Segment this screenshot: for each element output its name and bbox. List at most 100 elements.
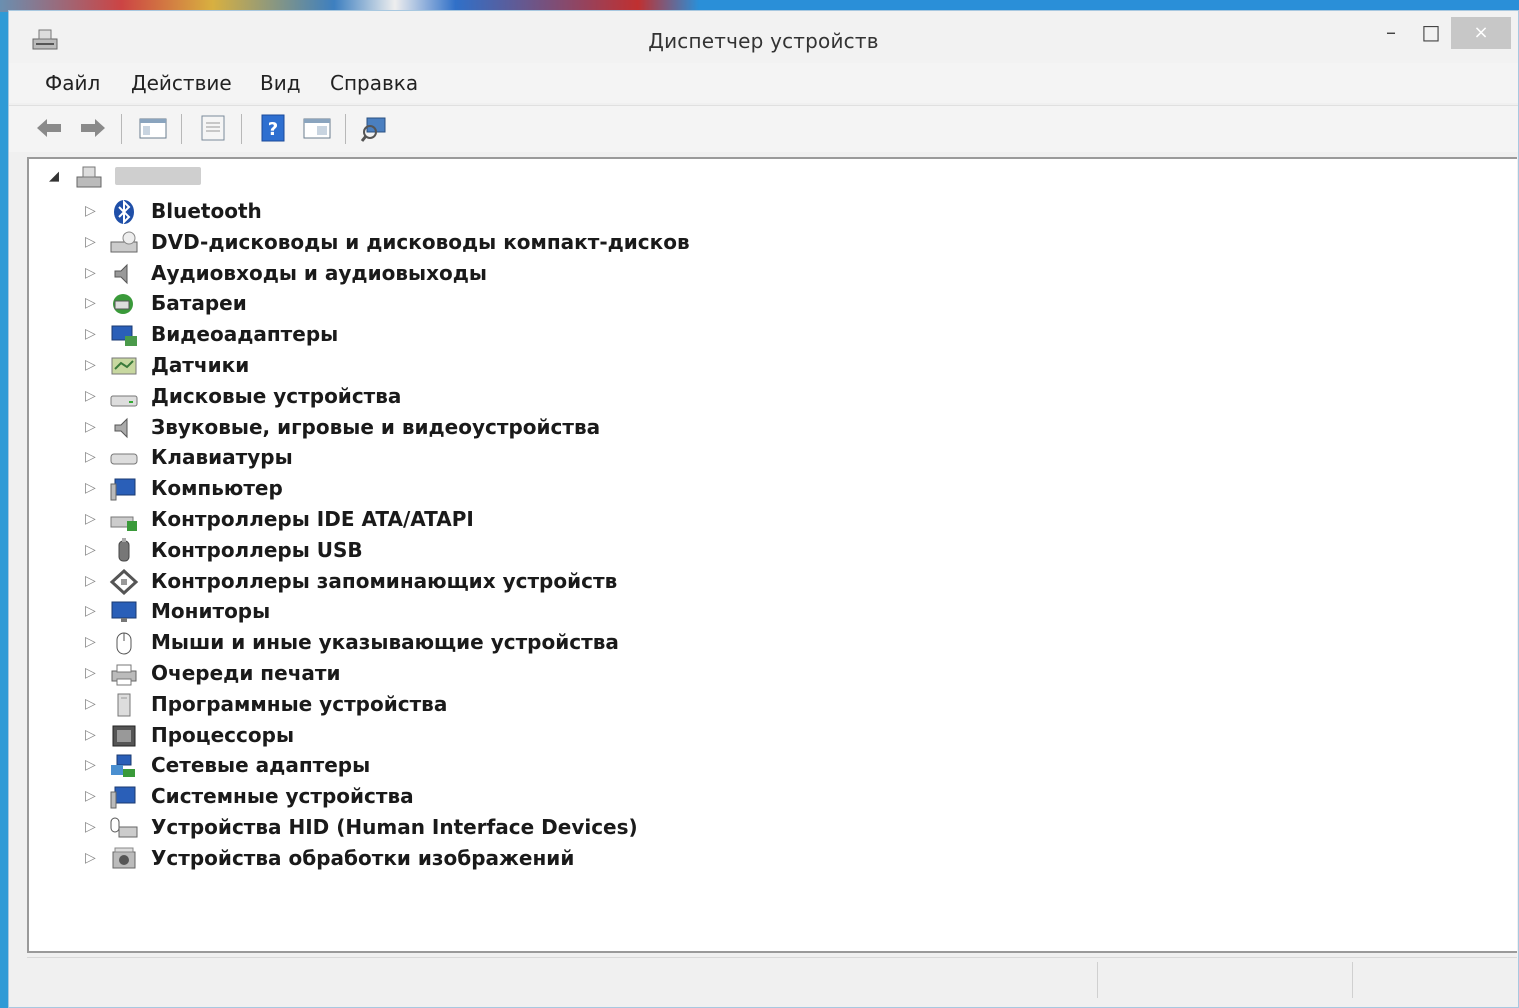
keyboard-icon [110, 453, 138, 465]
status-divider [1352, 962, 1353, 998]
tree-item[interactable]: ▷ Клавиатуры [29, 443, 1517, 473]
properties-icon[interactable] [197, 112, 229, 144]
tree-item[interactable]: ▷ Видеоадаптеры [29, 320, 1517, 350]
expand-arrow-icon[interactable]: ▷ [85, 573, 96, 589]
tree-item-label: Звуковые, игровые и видеоустройства [151, 414, 601, 439]
expand-arrow-icon[interactable]: ▷ [85, 295, 96, 311]
tree-item[interactable]: ▷ Процессоры [29, 721, 1517, 751]
computer-name-redacted [115, 167, 201, 185]
tree-item-label: Bluetooth [151, 199, 262, 223]
minimize-button[interactable]: – [1371, 17, 1411, 47]
expand-arrow-icon[interactable]: ▷ [85, 696, 96, 712]
expand-arrow-icon[interactable]: ▷ [85, 449, 96, 465]
dvd-drive-icon [110, 231, 138, 253]
tree-item-label: Устройства HID (Human Interface Devices) [151, 815, 638, 839]
usb-icon [118, 537, 130, 562]
maximize-button[interactable]: □ [1411, 17, 1451, 47]
expand-arrow-icon[interactable]: ▷ [85, 727, 96, 743]
tree-item[interactable]: ▷ Системные устройства [29, 782, 1517, 812]
expand-arrow-icon[interactable]: ▷ [85, 357, 96, 373]
tree-item[interactable]: ▷ Контроллеры IDE ATA/ATAPI [29, 505, 1517, 535]
expand-arrow-icon[interactable]: ▷ [85, 480, 96, 496]
tree-item[interactable]: ▷ DVD-дисководы и дисководы компакт-диско… [29, 228, 1517, 258]
tree-item[interactable]: ▷ Дисковые устройства [29, 382, 1517, 412]
tree-item[interactable]: ▷ Батареи [29, 289, 1517, 319]
expand-arrow-icon[interactable]: ▷ [85, 788, 96, 804]
tree-item-label: Системные устройства [151, 784, 414, 809]
menu-view[interactable]: Вид [260, 71, 301, 95]
tree-item[interactable]: ▷ Аудиовходы и аудиовыходы [29, 259, 1517, 289]
tree-item-label: Мыши и иные указывающие устройства [151, 630, 619, 655]
expand-arrow-icon[interactable]: ▷ [85, 819, 96, 835]
tree-item-label: Очереди печати [151, 661, 341, 685]
collapse-arrow-icon[interactable]: ◢ [49, 169, 59, 184]
expand-arrow-icon[interactable]: ▷ [85, 419, 96, 435]
printer-icon [111, 664, 137, 686]
tree-item[interactable]: ▷ Очереди печати [29, 659, 1517, 689]
tree-item[interactable]: ▷ Компьютер [29, 474, 1517, 504]
tree-item-label: Процессоры [151, 722, 295, 747]
menu-action[interactable]: Действие [131, 71, 232, 95]
expand-arrow-icon[interactable]: ▷ [85, 665, 96, 681]
help-icon[interactable]: ? [257, 112, 289, 144]
expand-arrow-icon[interactable]: ▷ [85, 326, 96, 342]
window-title: Диспетчер устройств [648, 29, 879, 53]
tree-item-label: Мониторы [151, 599, 271, 624]
tree-item-label: Клавиатуры [151, 445, 293, 470]
tree-item[interactable]: ▷ Мыши и иные указывающие устройства [29, 628, 1517, 658]
tree-item[interactable]: ▷ Контроллеры USB [29, 536, 1517, 566]
battery-icon [113, 294, 133, 315]
expand-arrow-icon[interactable]: ▷ [85, 234, 96, 250]
menu-help[interactable]: Справка [330, 71, 418, 95]
forward-arrow-icon[interactable] [77, 112, 109, 144]
title-bar[interactable]: Диспетчер устройств – □ × [9, 11, 1518, 63]
tree-item-label: Дисковые устройства [151, 383, 402, 408]
expand-arrow-icon[interactable]: ▷ [85, 634, 96, 650]
storage-controller-icon [109, 568, 139, 595]
monitor-icon [111, 601, 137, 623]
sound-icon [114, 417, 128, 438]
tree-item-label: Аудиовходы и аудиовыходы [151, 260, 487, 285]
expand-arrow-icon[interactable]: ▷ [85, 603, 96, 619]
toolbar-separator [345, 114, 346, 144]
tree-item-label: Контроллеры IDE ATA/ATAPI [151, 507, 474, 531]
show-hide-console-tree-icon[interactable] [137, 112, 169, 144]
tree-item[interactable]: ▷ Контроллеры запоминающих устройств [29, 567, 1517, 597]
tree-root[interactable]: ◢ [29, 163, 1517, 193]
imaging-device-icon [112, 847, 136, 869]
tree-item[interactable]: ▷ Bluetooth [29, 197, 1517, 227]
expand-arrow-icon[interactable]: ▷ [85, 757, 96, 773]
device-manager-window: Диспетчер устройств – □ × Файл Действие … [8, 10, 1519, 1008]
toolbar-separator [241, 114, 242, 144]
sensor-icon [111, 357, 137, 375]
disk-drive-icon [110, 395, 138, 407]
scan-hardware-icon[interactable] [359, 112, 391, 144]
computer-root-icon [76, 166, 102, 188]
expand-arrow-icon[interactable]: ▷ [85, 511, 96, 527]
tree-item[interactable]: ▷ Устройства обработки изображений [29, 844, 1517, 874]
tree-item-label: Контроллеры USB [151, 537, 363, 562]
tree-item[interactable]: ▷ Звуковые, игровые и видеоустройства [29, 413, 1517, 443]
expand-arrow-icon[interactable]: ▷ [85, 850, 96, 866]
expand-arrow-icon[interactable]: ▷ [85, 388, 96, 404]
expand-arrow-icon[interactable]: ▷ [85, 203, 96, 219]
tree-item[interactable]: ▷ Датчики [29, 351, 1517, 381]
tree-item-label: Устройства обработки изображений [151, 845, 575, 870]
tree-item[interactable]: ▷ Мониторы [29, 597, 1517, 627]
tree-item-label: Датчики [151, 353, 250, 377]
view-icon[interactable] [301, 112, 333, 144]
ide-controller-icon [110, 516, 137, 531]
expand-arrow-icon[interactable]: ▷ [85, 265, 96, 281]
close-button[interactable]: × [1451, 17, 1511, 49]
tree-item-label: Компьютер [151, 476, 283, 501]
expand-arrow-icon[interactable]: ▷ [85, 542, 96, 558]
tree-item[interactable]: ▷ Программные устройства [29, 690, 1517, 720]
display-adapter-icon [111, 325, 137, 347]
menu-file[interactable]: Файл [45, 71, 100, 95]
tree-item[interactable]: ▷ Устройства HID (Human Interface Devices… [29, 813, 1517, 843]
menu-bar: Файл Действие Вид Справка [9, 63, 1518, 103]
hid-icon [110, 817, 138, 838]
tree-item[interactable]: ▷ Сетевые адаптеры [29, 751, 1517, 781]
back-arrow-icon[interactable] [33, 112, 65, 144]
system-device-icon [110, 786, 136, 809]
